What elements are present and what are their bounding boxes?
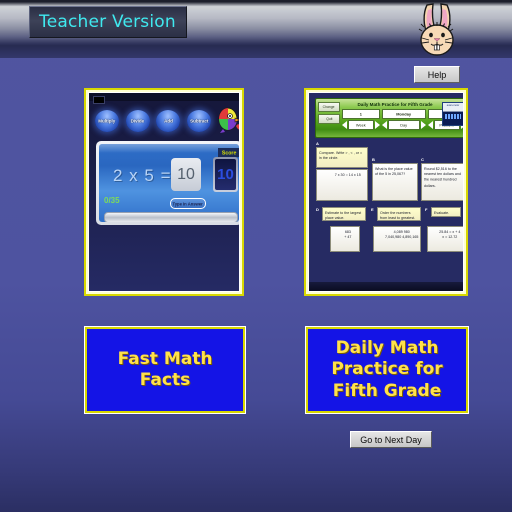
card-question-text-e: 4,089 980 7,040,980 4,890,165 xyxy=(385,229,419,240)
publisher-logo-icon: evan-moor xyxy=(442,102,463,126)
progress-counter: 0/35 xyxy=(104,196,120,205)
operation-button-multiply[interactable]: Multiply xyxy=(95,110,119,132)
fast-math-facts-label: Fast Math Facts xyxy=(117,348,213,390)
card-prompt-text-c: Round $2,516 to the nearest ten dollars … xyxy=(424,166,462,188)
op-label: Divide xyxy=(130,118,145,124)
day-spinner[interactable]: Monday Day xyxy=(382,109,426,130)
fast-math-facts-screen: Multiply Divide Add Subtract 2 x 5 = 10 … xyxy=(89,93,239,291)
equation-text: 2 x 5 = xyxy=(113,166,172,185)
score-display-inner: 10 xyxy=(215,159,236,190)
menu-square-icon xyxy=(93,96,105,104)
card-letter-d: D xyxy=(316,207,319,212)
week-spinner-value[interactable]: Week xyxy=(348,120,374,130)
card-question-text-d: 683 + 47 xyxy=(344,229,352,240)
op-label: Subtract xyxy=(189,118,209,124)
problem-prev-arrow-icon[interactable] xyxy=(428,121,433,129)
daily-math-practice-screen: Daily Math Practice for Fifth Grade Chan… xyxy=(309,93,463,291)
preview-title-strip xyxy=(89,93,239,101)
day-spinner-row: Day xyxy=(382,120,426,130)
rabbit-mascot-icon xyxy=(409,1,463,61)
page-title: Teacher Version xyxy=(29,6,187,38)
progress-bar xyxy=(104,212,238,222)
type-in-answer-button[interactable]: Type In Answer xyxy=(170,198,206,209)
day-next-arrow-icon[interactable] xyxy=(421,121,426,129)
operation-buttons: Multiply Divide Add Subtract xyxy=(95,108,211,134)
score-label: Score xyxy=(218,148,239,158)
week-next-arrow-icon[interactable] xyxy=(375,121,380,129)
parrot-icon xyxy=(215,107,239,133)
day-spinner-label: Monday xyxy=(382,109,426,119)
score-display: 10 xyxy=(213,157,238,192)
card-prompt-f[interactable]: Evaluate. xyxy=(431,207,461,217)
change-button[interactable]: Change xyxy=(318,102,340,112)
fast-math-facts-button[interactable]: Fast Math Facts xyxy=(85,327,245,413)
card-prompt-text-f: Evaluate. xyxy=(434,210,450,216)
card-prompt-text-b: What is the place value of the 5 in 25,0… xyxy=(375,166,413,177)
problem-panel: 2 x 5 = 10 Score 10 0/35 Type In Answer xyxy=(96,141,239,225)
score-value: 10 xyxy=(217,166,234,183)
card-prompt-text-e: Order the numbers from least to greatest… xyxy=(380,210,416,221)
week-spinner-label: 1 xyxy=(342,109,380,119)
card-question-text-f: 25.84 = x + 4 x = 12.72 xyxy=(439,229,461,240)
type-in-answer-label: Type In Answer xyxy=(172,200,204,207)
card-c[interactable]: Round $2,516 to the nearest ten dollars … xyxy=(421,163,463,201)
card-letter-c: C xyxy=(421,157,424,162)
go-to-next-day-label: Go to Next Day xyxy=(360,434,422,445)
op-label: Add xyxy=(163,118,173,124)
day-spinner-value[interactable]: Day xyxy=(388,120,420,130)
preview-floor xyxy=(309,282,463,291)
card-question-d[interactable]: 683 + 47 xyxy=(330,226,360,252)
fast-math-facts-preview[interactable]: Multiply Divide Add Subtract 2 x 5 = 10 … xyxy=(84,88,244,296)
card-b[interactable]: What is the place value of the 5 in 25,0… xyxy=(372,163,418,201)
problem-panel-inner: 2 x 5 = 10 Score 10 0/35 Type In Answer xyxy=(99,144,239,222)
card-prompt-a[interactable]: Compare. Write > , < , or = in the circl… xyxy=(316,147,368,168)
publisher-logo-bars xyxy=(445,114,461,119)
publisher-logo-caption: evan-moor xyxy=(446,104,460,107)
daily-math-practice-label: Daily Math Practice for Fifth Grade xyxy=(331,338,443,401)
card-question-a[interactable]: 7 x 30 ○ 14 x 15 xyxy=(316,169,368,201)
help-button[interactable]: Help xyxy=(414,66,460,83)
go-to-next-day-button[interactable]: Go to Next Day xyxy=(350,431,432,448)
card-letter-f: F xyxy=(425,207,428,212)
toolbar-title: Daily Math Practice for Fifth Grade xyxy=(357,102,433,108)
card-question-e[interactable]: 4,089 980 7,040,980 4,890,165 xyxy=(373,226,421,252)
change-label: Change xyxy=(323,105,335,109)
daily-math-practice-button[interactable]: Daily Math Practice for Fifth Grade xyxy=(306,327,468,413)
card-letter-e: E xyxy=(371,207,374,212)
week-prev-arrow-icon[interactable] xyxy=(342,121,347,129)
answer-value: 10 xyxy=(177,165,195,183)
help-button-label: Help xyxy=(427,69,447,80)
op-label: Multiply xyxy=(98,118,116,124)
quit-label: Quit xyxy=(325,117,333,121)
card-prompt-e[interactable]: Order the numbers from least to greatest… xyxy=(377,207,421,221)
toolbar-corner-buttons: Change Quit xyxy=(318,102,340,124)
card-letter-b: B xyxy=(372,157,375,162)
preview-inner: Multiply Divide Add Subtract 2 x 5 = 10 … xyxy=(88,92,240,292)
card-prompt-text-a: Compare. Write > , < , or = in the circl… xyxy=(319,150,363,161)
week-spinner[interactable]: 1 Week xyxy=(342,109,380,130)
card-question-text-a: 7 x 30 ○ 14 x 15 xyxy=(334,172,361,178)
week-spinner-row: Week xyxy=(342,120,380,130)
operation-button-subtract[interactable]: Subtract xyxy=(186,110,211,132)
daily-math-practice-preview[interactable]: Daily Math Practice for Fifth Grade Chan… xyxy=(304,88,468,296)
operation-button-add[interactable]: Add xyxy=(156,110,181,132)
card-prompt-d[interactable]: Estimate to the largest place value. xyxy=(322,207,366,221)
card-prompt-text-d: Estimate to the largest place value. xyxy=(325,210,362,221)
card-letter-a: A xyxy=(316,141,319,146)
preview-inner: Daily Math Practice for Fifth Grade Chan… xyxy=(308,92,464,292)
operation-button-divide[interactable]: Divide xyxy=(125,110,150,132)
green-toolbar: Daily Math Practice for Fifth Grade Chan… xyxy=(315,98,463,138)
answer-input[interactable]: 10 xyxy=(171,158,201,191)
app-root: Teacher Version Help Multiply Divide Add… xyxy=(0,0,512,512)
day-prev-arrow-icon[interactable] xyxy=(382,121,387,129)
page-title-text: Teacher Version xyxy=(39,12,176,32)
quit-button[interactable]: Quit xyxy=(318,114,340,124)
card-question-f[interactable]: 25.84 = x + 4 x = 12.72 xyxy=(427,226,463,252)
